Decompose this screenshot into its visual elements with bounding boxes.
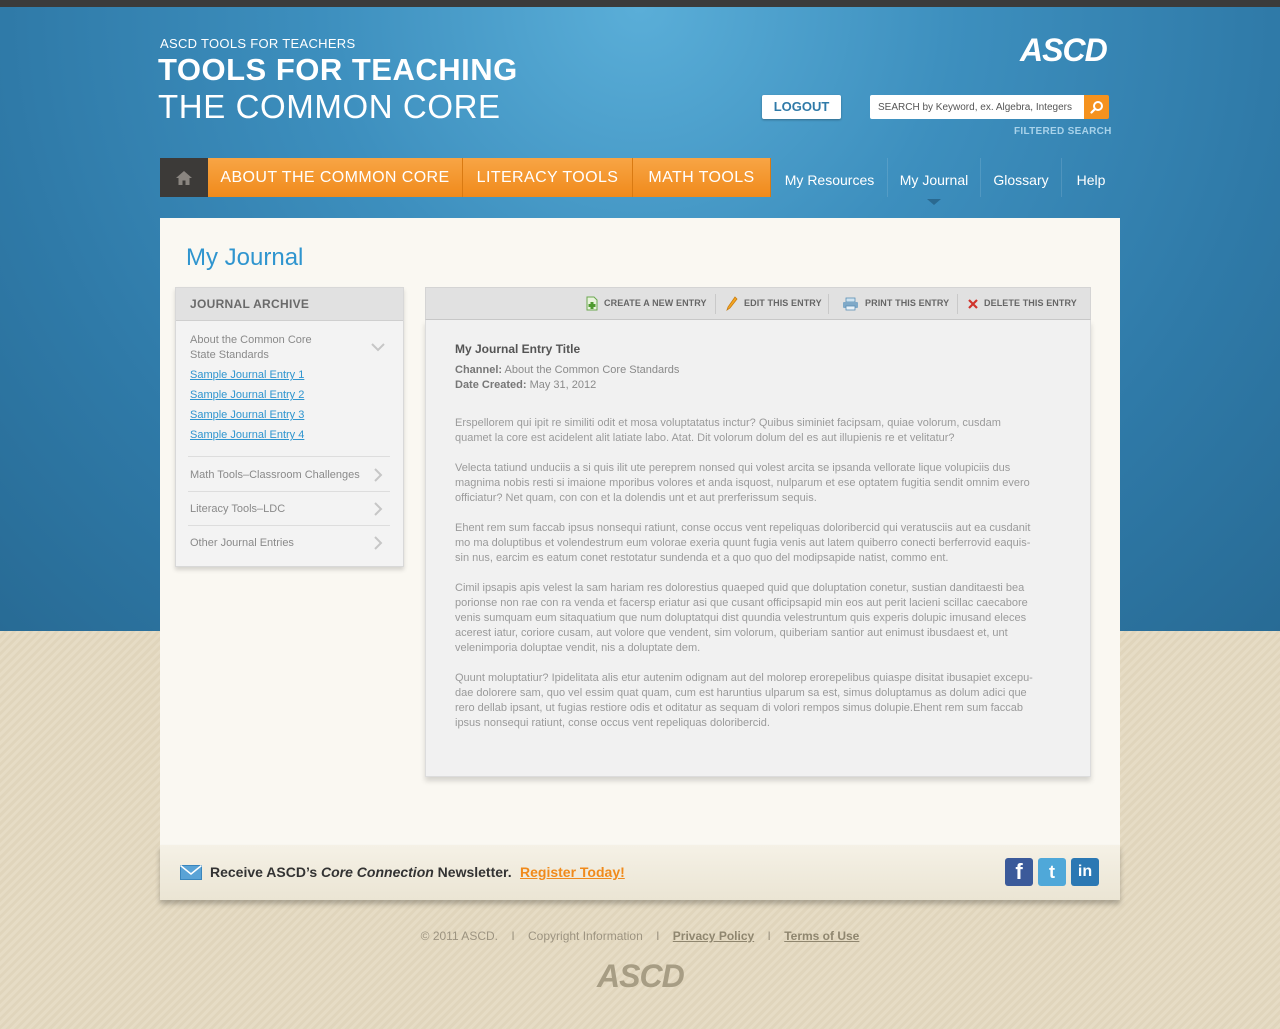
newsletter-bar: Receive ASCD’s Core Connection Newslette… xyxy=(160,845,1120,900)
archive-divider xyxy=(188,456,390,457)
footer-copyright-info-link[interactable]: Copyright Information xyxy=(528,929,643,943)
footer-terms-link[interactable]: Terms of Use xyxy=(784,929,859,943)
facebook-icon[interactable]: f xyxy=(1005,858,1033,886)
journal-archive-heading: JOURNAL ARCHIVE xyxy=(176,288,403,321)
chevron-right-icon[interactable] xyxy=(371,502,385,516)
nav-help[interactable]: Help xyxy=(1061,158,1120,197)
archive-section-other[interactable]: Other Journal Entries xyxy=(190,536,390,551)
archive-entry-1[interactable]: Sample Journal Entry 1 xyxy=(190,369,304,381)
archive-divider xyxy=(188,525,390,526)
brand-title-line1[interactable]: TOOLS FOR TEACHING xyxy=(158,52,518,88)
toolbar-divider xyxy=(828,294,829,314)
entry-channel-label: Channel: xyxy=(455,364,503,376)
newsletter-emph: Core Connection xyxy=(321,864,434,880)
envelope-icon xyxy=(180,865,202,880)
delete-entry-label: DELETE THIS ENTRY xyxy=(984,298,1077,308)
newsletter-suffix: Newsletter. xyxy=(433,864,512,880)
footer-privacy-link[interactable]: Privacy Policy xyxy=(673,929,754,943)
nav-literacy-tools[interactable]: LITERACY TOOLS xyxy=(463,158,633,197)
delete-entry-button[interactable]: DELETE THIS ENTRY xyxy=(968,288,1077,319)
edit-entry-label: EDIT THIS ENTRY xyxy=(744,298,822,308)
archive-entry-2[interactable]: Sample Journal Entry 2 xyxy=(190,389,304,401)
entry-channel-value: About the Common Core Standards xyxy=(504,364,680,376)
entry-paragraph: Quunt moluptatiur? Ipidelitata alis etur… xyxy=(455,672,1033,729)
search-button[interactable] xyxy=(1084,95,1109,119)
create-entry-label: CREATE A NEW ENTRY xyxy=(604,298,707,308)
chevron-right-icon[interactable] xyxy=(371,536,385,550)
nav-my-journal[interactable]: My Journal xyxy=(887,158,980,205)
filtered-search-link[interactable]: FILTERED SEARCH xyxy=(1014,126,1112,137)
entry-paragraph: Erspellorem qui ipit re similiti odit et… xyxy=(455,417,1001,444)
entry-title: My Journal Entry Title xyxy=(455,342,581,356)
brand-title-line2[interactable]: THE COMMON CORE xyxy=(158,88,501,126)
footer-ascd-logo[interactable]: ASCD xyxy=(597,958,685,995)
archive-section-label-line2: State Standards xyxy=(190,349,269,361)
entry-toolbar: CREATE A NEW ENTRY EDIT THIS ENTRY PRINT… xyxy=(425,287,1091,320)
archive-section-literacy-tools[interactable]: Literacy Tools–LDC xyxy=(190,502,390,517)
entry-date: Date Created: May 31, 2012 xyxy=(455,379,596,391)
archive-entry-3[interactable]: Sample Journal Entry 3 xyxy=(190,409,304,421)
footer-copyright: © 2011 ASCD. xyxy=(420,929,498,943)
home-icon xyxy=(176,170,192,185)
nav-my-resources[interactable]: My Resources xyxy=(772,158,887,197)
search-input[interactable] xyxy=(870,95,1084,119)
archive-divider xyxy=(188,491,390,492)
create-entry-button[interactable]: CREATE A NEW ENTRY xyxy=(586,288,707,319)
nav-math-tools[interactable]: MATH TOOLS xyxy=(633,158,771,197)
chevron-right-icon[interactable] xyxy=(371,468,385,482)
chevron-down-icon[interactable] xyxy=(371,340,385,354)
linkedin-icon[interactable]: in xyxy=(1071,858,1099,886)
pencil-icon xyxy=(726,296,738,311)
search-icon xyxy=(1089,101,1103,114)
new-document-icon xyxy=(586,296,598,311)
toolbar-divider xyxy=(715,294,716,314)
top-bar xyxy=(0,0,1280,7)
print-entry-button[interactable]: PRINT THIS ENTRY xyxy=(842,288,949,319)
entry-paragraph: Velecta tatiund unduciis a si quis ilit … xyxy=(455,462,1030,504)
archive-section-math-tools[interactable]: Math Tools–Classroom Challenges xyxy=(190,468,390,483)
printer-icon xyxy=(843,297,858,310)
entry-channel: Channel: About the Common Core Standards xyxy=(455,364,679,376)
newsletter-text: Receive ASCD’s Core Connection Newslette… xyxy=(210,864,512,880)
register-today-link[interactable]: Register Today! xyxy=(520,864,625,880)
nav-home[interactable] xyxy=(160,158,208,197)
entry-paragraph: Cimil ipsapis apis velest la sam hariam … xyxy=(455,582,1028,654)
ascd-logo[interactable]: ASCD xyxy=(1020,32,1108,69)
toolbar-divider xyxy=(957,294,958,314)
nav-about-common-core[interactable]: ABOUT THE COMMON CORE xyxy=(208,158,463,197)
page-title: My Journal xyxy=(186,244,304,271)
main-nav: ABOUT THE COMMON CORE LITERACY TOOLS MAT… xyxy=(160,158,1120,205)
footer-links: © 2011 ASCD. I Copyright Information I P… xyxy=(0,929,1280,943)
newsletter-prefix: Receive ASCD’s xyxy=(210,864,322,880)
footer-separator: I xyxy=(511,929,515,943)
twitter-icon[interactable]: t xyxy=(1038,858,1066,886)
entry-date-label: Date Created: xyxy=(455,379,527,391)
footer-separator: I xyxy=(656,929,660,943)
footer-separator: I xyxy=(767,929,771,943)
archive-section-common-core[interactable]: About the Common Core State Standards xyxy=(190,333,390,363)
journal-archive-panel: JOURNAL ARCHIVE About the Common Core St… xyxy=(175,287,404,567)
nav-glossary[interactable]: Glossary xyxy=(980,158,1061,197)
edit-entry-button[interactable]: EDIT THIS ENTRY xyxy=(726,288,822,319)
entry-date-value: May 31, 2012 xyxy=(529,379,597,391)
archive-section-label-line1: About the Common Core xyxy=(190,334,312,346)
entry-paragraph: Ehent rem sum faccab ipsus nonsequi rati… xyxy=(455,522,1031,564)
delete-x-icon xyxy=(968,298,978,309)
journal-entry-panel: My Journal Entry Title Channel: About th… xyxy=(425,320,1091,777)
print-entry-label: PRINT THIS ENTRY xyxy=(865,298,950,308)
archive-entry-4[interactable]: Sample Journal Entry 4 xyxy=(190,429,304,441)
logout-button[interactable]: LOGOUT xyxy=(762,95,841,119)
brand-subtitle: ASCD TOOLS FOR TEACHERS xyxy=(160,36,356,51)
